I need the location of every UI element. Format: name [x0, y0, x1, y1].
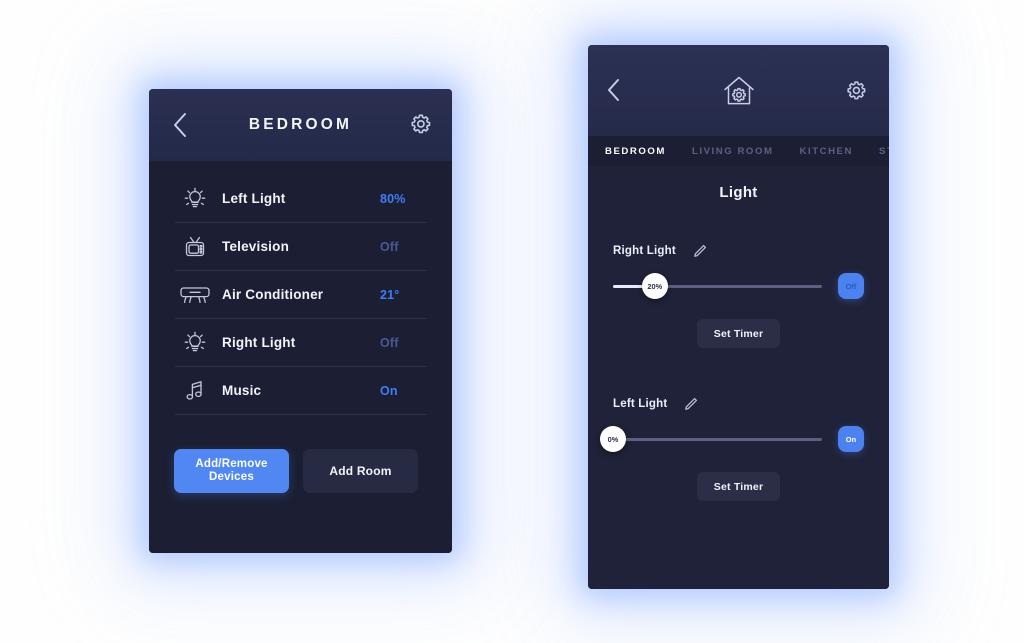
control-name: Right Light	[613, 245, 676, 257]
gear-icon	[847, 80, 866, 99]
device-label: Left Light	[222, 191, 286, 206]
tab-living-room[interactable]: LIVING ROOM	[692, 146, 774, 157]
settings-button-left[interactable]	[409, 112, 435, 138]
set-timer-button-left[interactable]: Set Timer	[697, 472, 780, 501]
power-toggle-right[interactable]: Off	[838, 273, 864, 299]
tab-study[interactable]: STU	[879, 146, 889, 157]
pencil-icon[interactable]	[692, 243, 708, 259]
timer-wrap: Set Timer	[613, 319, 864, 348]
device-value: Off	[380, 335, 399, 350]
light-control-right: Right Light 20% Off Set Timer	[588, 243, 889, 348]
home-button[interactable]	[719, 72, 759, 110]
pencil-icon[interactable]	[683, 396, 699, 412]
divider-spacer	[588, 368, 889, 396]
device-value: Off	[380, 239, 399, 254]
right-body: Light Right Light 20% Off Set Timer Left…	[588, 166, 889, 589]
settings-button-right[interactable]	[845, 79, 869, 103]
music-note-icon	[175, 374, 215, 408]
slider-track	[613, 437, 822, 441]
room-tabs: BEDROOM LIVING ROOM KITCHEN STU	[588, 136, 889, 166]
chevron-left-icon	[608, 78, 619, 101]
back-button-left[interactable]	[167, 110, 193, 140]
chevron-left-icon	[174, 113, 186, 137]
control-name: Left Light	[613, 398, 668, 410]
slider-thumb[interactable]: 0%	[600, 426, 626, 452]
add-room-button[interactable]: Add Room	[303, 449, 418, 493]
left-header: BEDROOM	[149, 89, 452, 161]
device-row[interactable]: Left Light 80%	[175, 175, 426, 223]
light-bulb-icon	[175, 326, 215, 360]
device-row[interactable]: Television Off	[175, 223, 426, 271]
set-timer-button-right[interactable]: Set Timer	[697, 319, 780, 348]
gear-icon	[411, 114, 431, 134]
brightness-slider-right[interactable]: 20%	[613, 273, 822, 299]
right-header	[588, 45, 889, 136]
device-value: 21°	[380, 287, 400, 302]
left-body: Left Light 80% Television Off Air Condit…	[149, 161, 452, 553]
device-label: Television	[222, 239, 290, 254]
television-icon	[175, 230, 215, 264]
page-title: BEDROOM	[248, 116, 353, 133]
control-header: Right Light	[613, 243, 864, 259]
slider-row: 0% On	[600, 426, 864, 452]
device-value: 80%	[380, 191, 406, 206]
phone-right-glow: BEDROOM LIVING ROOM KITCHEN STU Light Ri…	[588, 45, 889, 589]
add-remove-devices-button[interactable]: Add/Remove Devices	[174, 449, 289, 493]
section-title: Light	[719, 184, 758, 201]
device-row[interactable]: Music On	[175, 367, 426, 415]
device-row[interactable]: Air Conditioner 21°	[175, 271, 426, 319]
device-value: On	[380, 383, 398, 398]
device-list: Left Light 80% Television Off Air Condit…	[149, 161, 452, 415]
control-header: Left Light	[613, 396, 864, 412]
home-gear-icon	[723, 76, 754, 104]
brightness-slider-left[interactable]: 0%	[600, 426, 822, 452]
device-label: Right Light	[222, 335, 296, 350]
light-control-left: Left Light 0% On Set Timer	[588, 396, 889, 501]
phone-right: BEDROOM LIVING ROOM KITCHEN STU Light Ri…	[588, 45, 889, 589]
slider-row: 20% Off	[613, 273, 864, 299]
left-actions: Add/Remove Devices Add Room	[149, 415, 452, 493]
device-label: Air Conditioner	[222, 287, 324, 302]
tab-bedroom[interactable]: BEDROOM	[605, 146, 666, 157]
air-conditioner-icon	[175, 278, 215, 312]
device-row[interactable]: Right Light Off	[175, 319, 426, 367]
tab-kitchen[interactable]: KITCHEN	[800, 146, 854, 157]
back-button-right[interactable]	[606, 77, 630, 105]
power-toggle-left[interactable]: On	[838, 426, 864, 452]
phone-left: BEDROOM Left Light 80% Television Off Ai…	[149, 89, 452, 553]
light-bulb-icon	[175, 182, 215, 216]
slider-thumb[interactable]: 20%	[641, 273, 668, 299]
timer-wrap: Set Timer	[613, 472, 864, 501]
canvas: BEDROOM Left Light 80% Television Off Ai…	[0, 0, 1024, 643]
phone-left-glow: BEDROOM Left Light 80% Television Off Ai…	[149, 89, 452, 553]
device-label: Music	[222, 383, 262, 398]
